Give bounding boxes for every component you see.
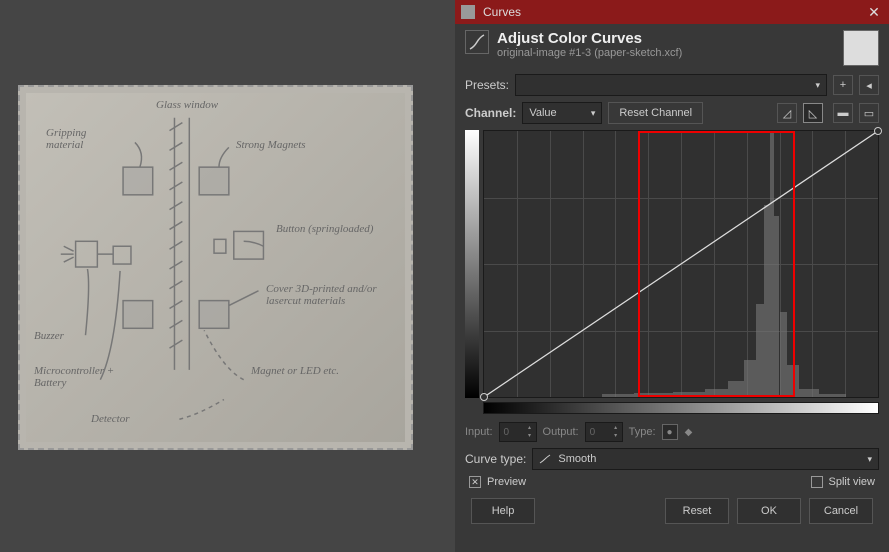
chevron-down-icon: ▾ [591,108,596,119]
cancel-button[interactable]: Cancel [809,498,873,524]
reset-button[interactable]: Reset [665,498,729,524]
app-icon [461,5,475,19]
sketch-label-cover: Cover 3D-printed and/or lasercut materia… [266,283,396,307]
curve-type-dropdown[interactable]: Smooth ▾ [532,448,879,470]
curve-point-highlight[interactable] [874,127,882,135]
sketch-label-detector: Detector [91,413,129,425]
titlebar[interactable]: Curves ✕ [455,0,889,24]
channel-dropdown[interactable]: Value ▾ [522,102,602,124]
input-gradient [483,402,879,414]
point-type-corner-button[interactable]: ◆ [681,424,697,440]
dialog-subtitle: original-image #1-3 (paper-sketch.xcf) [497,47,843,59]
chevron-down-icon: ▾ [815,80,820,91]
input-label: Input: [465,426,493,438]
curves-icon [465,30,489,54]
type-label: Type: [629,426,656,438]
channel-label: Channel: [465,106,516,120]
ok-button[interactable]: OK [737,498,801,524]
preview-label: Preview [487,476,526,488]
preset-menu-button[interactable]: ◂ [859,75,879,95]
sketch-label-gripping: Gripping material [46,127,106,151]
histogram-linear-button[interactable]: ◿ [777,103,797,123]
output-spinner[interactable]: 0 ▴▾ [585,422,623,442]
curve-point-shadow[interactable] [480,393,488,401]
sketch-label-title: Glass window [156,99,218,111]
preview-checkbox[interactable]: ✕ [469,476,481,488]
output-options-button[interactable]: ▭ [859,103,879,123]
close-icon[interactable]: ✕ [865,3,883,21]
window-title: Curves [483,5,865,19]
drawable-thumbnail[interactable] [843,30,879,66]
chevron-down-icon: ▾ [867,454,872,465]
output-gradient [465,130,479,398]
input-spinner[interactable]: 0 ▴▾ [499,422,537,442]
output-label: Output: [543,426,579,438]
canvas-area[interactable]: Glass window Gripping material Strong Ma… [18,85,413,450]
split-view-label: Split view [829,476,875,488]
reset-channel-button[interactable]: Reset Channel [608,102,703,124]
sketch-label-magnetled: Magnet or LED etc. [251,365,341,377]
sketch-label-buzzer: Buzzer [34,330,64,342]
sketch-label-micro: Microcontroller + Battery [34,365,124,389]
histogram-log-button[interactable]: ◺ [803,103,823,123]
point-type-smooth-button[interactable]: ● [662,424,678,440]
sketch-label-button: Button (springloaded) [276,223,396,235]
curves-dialog: Curves ✕ Adjust Color Curves original-im… [455,0,889,552]
presets-label: Presets: [465,78,509,92]
dialog-title: Adjust Color Curves [497,30,843,47]
input-options-button[interactable]: ▬ [833,103,853,123]
selection-marquee: Glass window Gripping material Strong Ma… [18,85,413,450]
help-button[interactable]: Help [471,498,535,524]
curve-type-label: Curve type: [465,452,526,466]
presets-dropdown[interactable]: ▾ [515,74,827,96]
add-preset-button[interactable]: + [833,75,853,95]
sketch-label-magnets: Strong Magnets [236,139,306,151]
sketch-image: Glass window Gripping material Strong Ma… [26,93,405,442]
split-view-checkbox[interactable] [811,476,823,488]
curves-graph[interactable] [483,130,879,398]
